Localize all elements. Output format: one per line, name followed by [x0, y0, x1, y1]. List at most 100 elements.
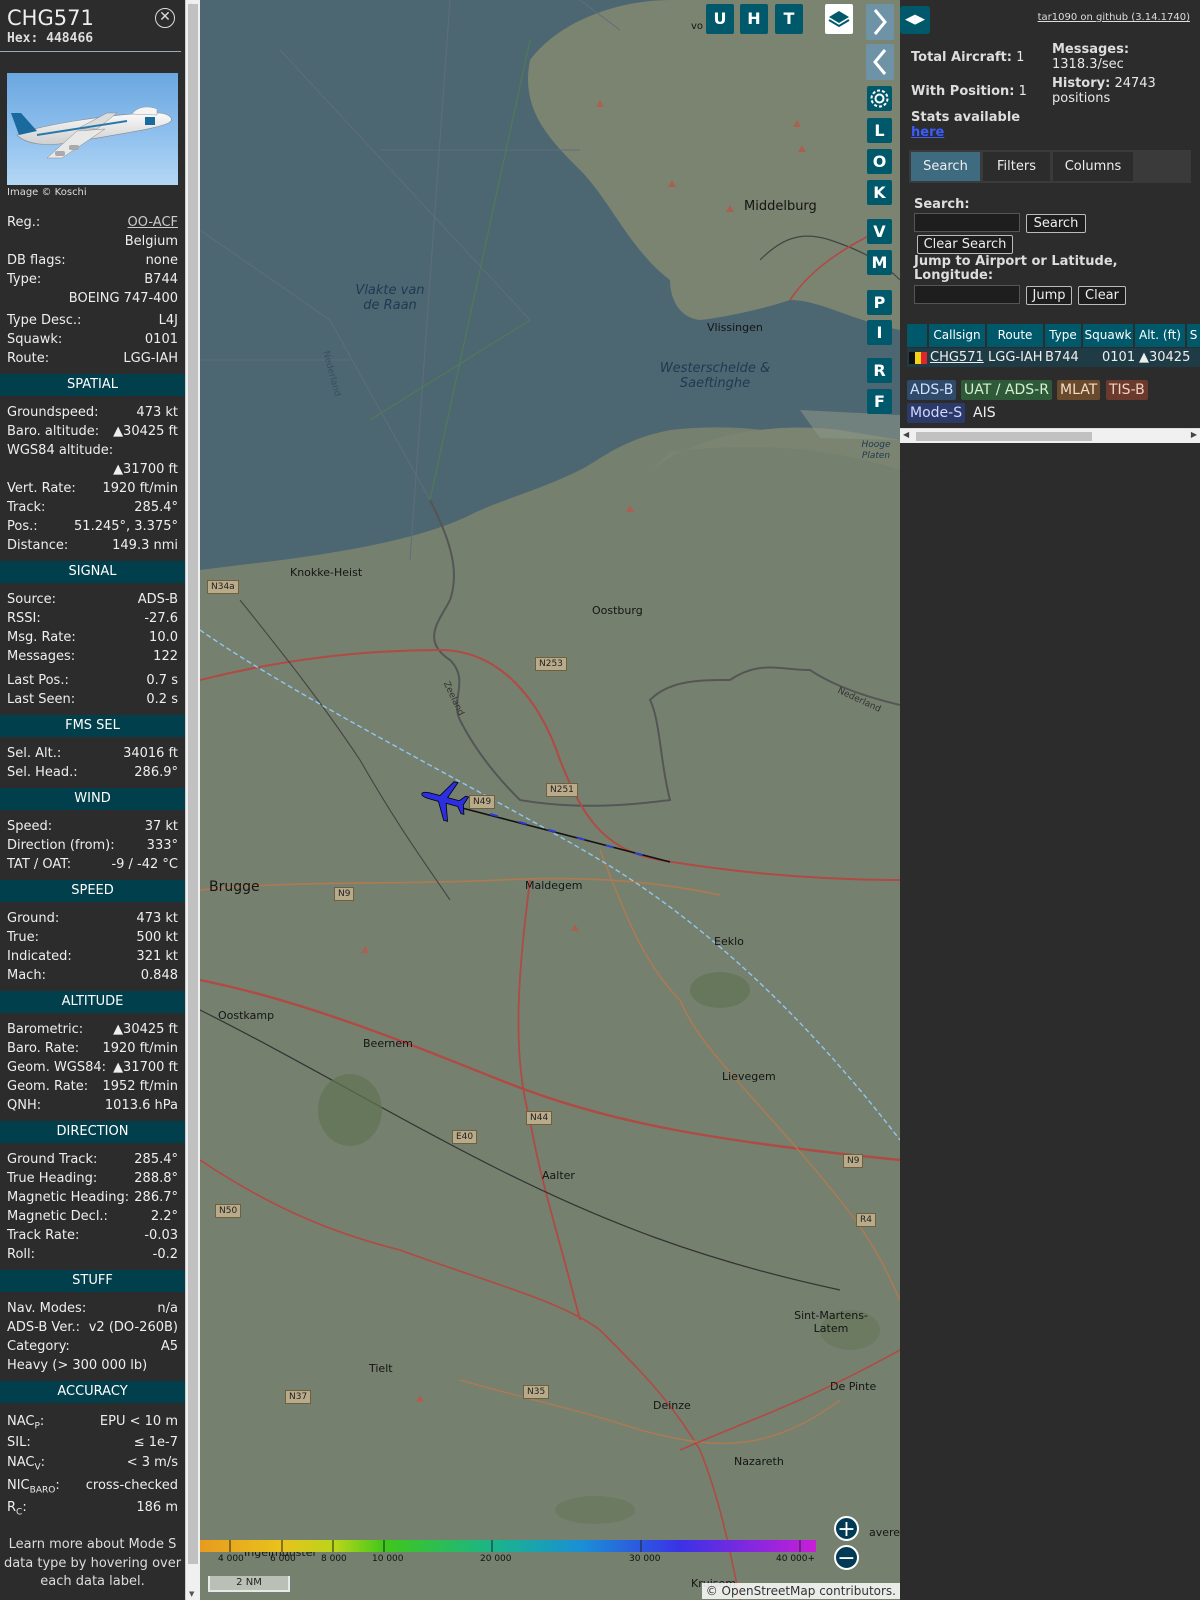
map-label-knokke-heist: Knokke-Heist [290, 566, 363, 579]
row-sil: SIL: ≤ 1e-7 [0, 1433, 185, 1453]
toggle-r-button[interactable]: R [867, 358, 892, 383]
map-view[interactable]: Middelburg Vlissingen Vlakte van de Raan… [200, 0, 900, 1600]
table-horizontal-scrollbar[interactable]: ◀ ▶ [900, 428, 1200, 443]
table-header-flag [907, 324, 928, 347]
github-link[interactable]: tar1090 on github (3.14.1740) [1038, 12, 1190, 23]
map-label-westerschelde: Westerschelde & Saeftinghe [659, 361, 771, 391]
info-row-type: Type: B744 [0, 270, 185, 289]
scroll-left-icon[interactable]: ◀ [903, 430, 909, 439]
aircraft-photo[interactable] [7, 73, 178, 185]
registration-link[interactable]: OO-ACF [128, 213, 178, 232]
info-row-dbflags: DB flags: none [0, 251, 185, 270]
row-source: Source: ADS-B [0, 590, 185, 609]
road-tag-n251: N251 [546, 783, 578, 797]
scroll-down-icon[interactable]: ▼ [189, 1590, 194, 1598]
stats-available-label: Stats available [911, 110, 1021, 125]
nacp-value: EPU < 10 m [99, 1414, 178, 1429]
row-geom-rate: Geom. Rate: 1952 ft/min [0, 1077, 185, 1096]
stats-here-link[interactable]: here [911, 125, 944, 140]
table-header-alt[interactable]: Alt. (ft) [1135, 324, 1186, 347]
table-header-more[interactable]: S [1187, 324, 1200, 347]
road-tag-n44: N44 [526, 1111, 553, 1125]
row-callsign-link[interactable]: CHG571 [930, 348, 984, 367]
road-tag-n49: N49 [469, 795, 496, 809]
clear-jump-button[interactable]: Clear [1078, 286, 1126, 305]
toggle-o-button[interactable]: O [867, 149, 892, 174]
mag-decl-value: 2.2° [150, 1209, 178, 1224]
category-label: Category: [7, 1339, 70, 1354]
settings-gear-icon[interactable] [867, 86, 892, 111]
table-header-route[interactable]: Route [987, 324, 1044, 347]
qnh-label: QNH: [7, 1098, 42, 1113]
nacp-label: NACP: [7, 1414, 45, 1432]
jump-button[interactable]: Jump [1026, 286, 1072, 305]
toggle-h-button[interactable]: H [740, 4, 768, 34]
table-header-squawk[interactable]: Squawk [1083, 324, 1134, 347]
clear-search-button[interactable]: Clear Search [917, 235, 1013, 254]
toggle-l-button[interactable]: L [867, 118, 892, 143]
sel-alt-label: Sel. Alt.: [7, 746, 62, 761]
search-button[interactable]: Search [1026, 214, 1086, 233]
scroll-right-icon[interactable]: ▶ [1191, 430, 1197, 439]
sil-value: ≤ 1e-7 [133, 1435, 178, 1450]
toggle-u-button[interactable]: U [706, 4, 734, 34]
section-altitude: ALTITUDE [0, 991, 185, 1013]
osm-link[interactable]: OpenStreetMap [722, 1584, 816, 1598]
horizontal-scroll-thumb[interactable] [916, 432, 1092, 441]
layers-icon[interactable] [825, 4, 853, 34]
row-pos: Pos.: 51.245°, 3.375° [0, 517, 185, 536]
roll-label: Roll: [7, 1247, 36, 1262]
map-label-middelburg: Middelburg [744, 199, 817, 214]
search-input[interactable] [914, 213, 1020, 232]
tab-filters[interactable]: Filters [983, 152, 1050, 181]
sidebar-toggle-icon[interactable]: ◀▶ [900, 6, 930, 34]
history-value: 24743 [1114, 76, 1156, 91]
source-legend-mode-s: Mode-S [907, 403, 966, 423]
true-value: 500 kt [136, 930, 178, 945]
sel-head-value: 286.9° [134, 765, 178, 780]
toggle-p-button[interactable]: P [867, 290, 892, 315]
jump-input[interactable] [914, 285, 1020, 304]
zoom-out-icon[interactable]: − [834, 1545, 859, 1571]
scrollbar-thumb[interactable] [188, 4, 198, 1564]
row-track-rate: Track Rate: -0.03 [0, 1226, 185, 1245]
zoom-in-icon[interactable]: + [834, 1516, 859, 1542]
row-nacv: NACV: < 3 m/s [0, 1453, 185, 1474]
info-row-squawk: Squawk: 0101 [0, 330, 185, 349]
pos-value: 51.245°, 3.375° [74, 519, 178, 534]
table-header-type[interactable]: Type [1045, 324, 1082, 347]
row-true-speed: True: 500 kt [0, 928, 185, 947]
tab-bar: Search Filters Columns [909, 150, 1191, 183]
tab-search[interactable]: Search [911, 152, 980, 181]
section-fms: FMS SEL [0, 715, 185, 737]
tab-columns[interactable]: Columns [1053, 152, 1133, 181]
wgs84-label: WGS84 altitude: [7, 443, 114, 458]
total-aircraft-value: 1 [1016, 50, 1025, 65]
aircraft-model: BOEING 747-400 [68, 291, 178, 306]
toggle-v-button[interactable]: V [867, 219, 892, 244]
ground-track-value: 285.4° [134, 1152, 178, 1167]
tat-value: -9 / -42 °C [111, 857, 178, 872]
info-row-route: Route: LGG-IAH [0, 349, 185, 368]
geom-label: Geom. WGS84: [7, 1060, 107, 1075]
toggle-k-button[interactable]: K [867, 180, 892, 205]
track-rate-value: -0.03 [144, 1228, 178, 1243]
toggle-t-button[interactable]: T [775, 4, 803, 34]
altitude-color-legend [200, 1540, 816, 1552]
toggle-m-button[interactable]: M [867, 250, 892, 275]
dbflags-label: DB flags: [7, 253, 66, 268]
nicbaro-label: NICBARO: [7, 1478, 60, 1496]
source-value: ADS-B [137, 592, 178, 607]
expand-right-icon[interactable] [866, 4, 894, 40]
toggle-i-button[interactable]: I [867, 320, 892, 345]
info-scrollbar[interactable]: ▲ ▼ [185, 0, 200, 1600]
collapse-left-icon[interactable] [866, 44, 894, 80]
category-value: A5 [160, 1339, 178, 1354]
map-label-tielt: Tielt [369, 1362, 393, 1375]
scale-bar: 2 NM [208, 1576, 290, 1592]
close-icon[interactable]: ✕ [155, 8, 175, 28]
distance-label: Distance: [7, 538, 69, 553]
map-label-aalter: Aalter [542, 1169, 575, 1182]
toggle-f-button[interactable]: F [867, 389, 892, 414]
table-header-callsign[interactable]: Callsign [929, 324, 986, 347]
